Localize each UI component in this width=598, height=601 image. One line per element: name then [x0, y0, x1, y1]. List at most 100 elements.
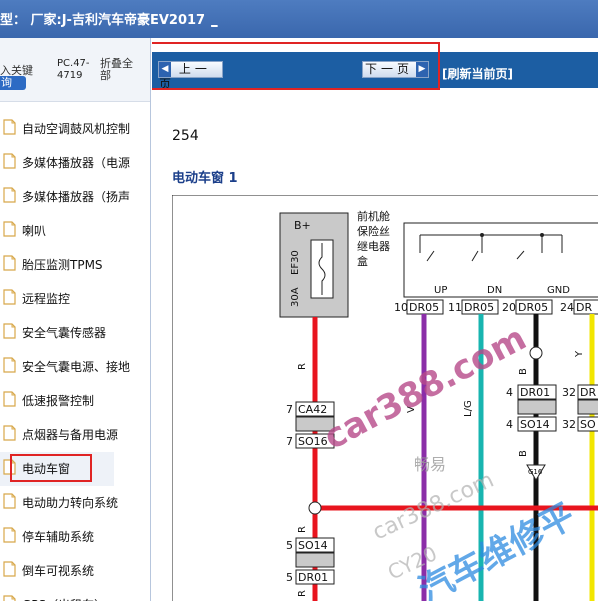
pin-dn-label: DN	[487, 285, 502, 296]
fold-all-link[interactable]: 折叠全部	[100, 58, 140, 82]
left-conn-2: SO16	[298, 435, 328, 448]
relay-label-4: 盒	[357, 254, 368, 268]
top-conn-pin-2: 11	[448, 301, 462, 314]
sidebar-item[interactable]: 电动车窗	[0, 452, 150, 486]
top-conn-1: DR05	[409, 301, 439, 314]
query-button[interactable]: 询	[0, 76, 26, 90]
sidebar-item[interactable]: 停车辅助系统	[0, 520, 150, 554]
refresh-page-link[interactable]: [刷新当前页]	[442, 65, 513, 82]
pc-code: PC.47-4719	[57, 58, 90, 81]
top-conn-3: DR05	[518, 301, 548, 314]
sidebar-item[interactable]: 低速报警控制	[0, 384, 150, 418]
right-conn-gap	[577, 399, 598, 415]
junction-dot-1	[480, 233, 484, 237]
ground-label: G16	[528, 468, 543, 476]
left-conn-1: CA42	[298, 403, 327, 416]
wire-label-y: Y	[574, 350, 585, 358]
top-conn-pin-4: 24	[560, 301, 574, 314]
wire-label-b2: B	[518, 450, 529, 457]
sidebar-item[interactable]: 安全气囊传感器	[0, 316, 150, 350]
mid-conn-gap	[517, 399, 557, 415]
left-conn-3: SO14	[298, 539, 328, 552]
vehicle-title: 型： 厂家:J-吉利汽车帝豪EV2017 _	[0, 9, 218, 28]
right-conn-pin-1: 32	[562, 386, 576, 399]
wire-label-r1: R	[297, 363, 308, 370]
mid-conn-2: SO14	[520, 418, 550, 431]
left-conn-4: DR01	[298, 571, 328, 584]
document-icon	[3, 595, 16, 601]
top-conn-pin-3: 20	[502, 301, 516, 314]
sidebar-item[interactable]: 电动助力转向系统	[0, 486, 150, 520]
sidebar-item-label: 点烟器与备用电源	[22, 428, 119, 442]
splice-red	[308, 501, 322, 515]
sidebar-item[interactable]: 倒车可视系统	[0, 554, 150, 588]
right-conn-1: DR	[580, 386, 596, 399]
wiring-diagram: B+ EF30 30A 前机舱 保险丝 继电器 盒 UP DN GND 10 D…	[172, 195, 598, 601]
app-title-bar: 型： 厂家:J-吉利汽车帝豪EV2017 _	[0, 0, 598, 38]
wire-label-lg: L/G	[463, 400, 474, 417]
left-conn-gap-2	[295, 552, 335, 568]
sidebar-item-label: 远程监控	[22, 292, 71, 306]
right-conn-pin-2: 32	[562, 418, 576, 431]
document-icon	[3, 391, 16, 407]
sidebar-item-label: 多媒体播放器（电源	[22, 156, 131, 170]
title-link[interactable]: _	[211, 13, 218, 28]
mid-conn-pin-1: 4	[506, 386, 513, 399]
document-icon	[3, 119, 16, 135]
left-conn-pin-2: 7	[286, 435, 293, 448]
sidebar-item[interactable]: 安全气囊电源、接地	[0, 350, 150, 384]
top-connectors: 10 DR05 11 DR05 20 DR05 24 DR	[394, 299, 598, 315]
document-icon	[3, 323, 16, 339]
top-conn-2: DR05	[464, 301, 494, 314]
page-number: 254	[172, 128, 199, 144]
document-icon	[3, 153, 16, 169]
junction-dot-2	[540, 233, 544, 237]
right-conn-2: SO	[580, 418, 596, 431]
sidebar-item-label: 胎压监测TPMS	[22, 258, 103, 272]
sidebar-item-label: 安全气囊电源、接地	[22, 360, 131, 374]
left-conn-pin-4: 5	[286, 571, 293, 584]
bplus-label: B+	[294, 219, 311, 232]
sidebar-item-label: 喇叭	[22, 224, 47, 238]
section-title: 电动车窗 1	[172, 171, 238, 186]
sidebar-item[interactable]: 点烟器与备用电源	[0, 418, 150, 452]
sidebar-item-label: 低速报警控制	[22, 394, 95, 408]
relay-label-3: 继电器	[357, 240, 390, 253]
mid-conn-pin-2: 4	[506, 418, 513, 431]
sidebar-item-label: 安全气囊传感器	[22, 326, 107, 340]
sidebar-item[interactable]: 多媒体播放器（电源	[0, 146, 150, 180]
pin-up-label: UP	[434, 285, 447, 296]
wire-label-r2: R	[297, 526, 308, 533]
vehicle-title-text: 型： 厂家:J-吉利汽车帝豪EV2017	[0, 13, 206, 28]
selected-item-highlight	[10, 454, 92, 482]
mid-conn-1: DR01	[520, 386, 550, 399]
sidebar-item[interactable]: GPS（出租车）	[0, 588, 150, 601]
sidebar-item-label: GPS（出租车）	[22, 596, 106, 601]
sidebar-header: 入关键 询 PC.47-4719 折叠全部	[0, 38, 150, 102]
left-conn-pin-1: 7	[286, 403, 293, 416]
relay-label-1: 前机舱	[357, 209, 390, 223]
relay-label-2: 保险丝	[357, 224, 390, 238]
document-icon	[3, 527, 16, 543]
watermark-brand: 畅易	[414, 455, 446, 474]
fuse-id: EF30	[290, 250, 301, 275]
sidebar-item-label: 自动空调鼓风机控制	[22, 122, 131, 136]
sidebar-item[interactable]: 胎压监测TPMS	[0, 248, 150, 282]
system-list: 自动空调鼓风机控制 多媒体播放器（电源多媒体播放器（扬声喇叭胎压监测TPMS 远程监…	[0, 112, 150, 601]
document-icon	[3, 561, 16, 577]
document-icon	[3, 255, 16, 271]
sidebar-item-label: 停车辅助系统	[22, 530, 95, 544]
wire-label-b1: B	[518, 368, 529, 375]
document-icon	[3, 357, 16, 373]
sidebar-item[interactable]: 自动空调鼓风机控制	[0, 112, 150, 146]
document-icon	[3, 187, 16, 203]
pin-gnd-label: GND	[547, 285, 570, 296]
sidebar-item[interactable]: 远程监控	[0, 282, 150, 316]
main-content: ◀ 上一页 下一页 ▶ [刷新当前页] 254 电动车窗 1 B+ EF30 30…	[152, 38, 598, 601]
document-icon	[3, 493, 16, 509]
document-icon	[3, 221, 16, 237]
sidebar-item[interactable]: 多媒体播放器（扬声	[0, 180, 150, 214]
wire-label-r3: R	[297, 590, 308, 597]
sidebar-item[interactable]: 喇叭	[0, 214, 150, 248]
sidebar-item-label: 电动助力转向系统	[22, 496, 119, 510]
